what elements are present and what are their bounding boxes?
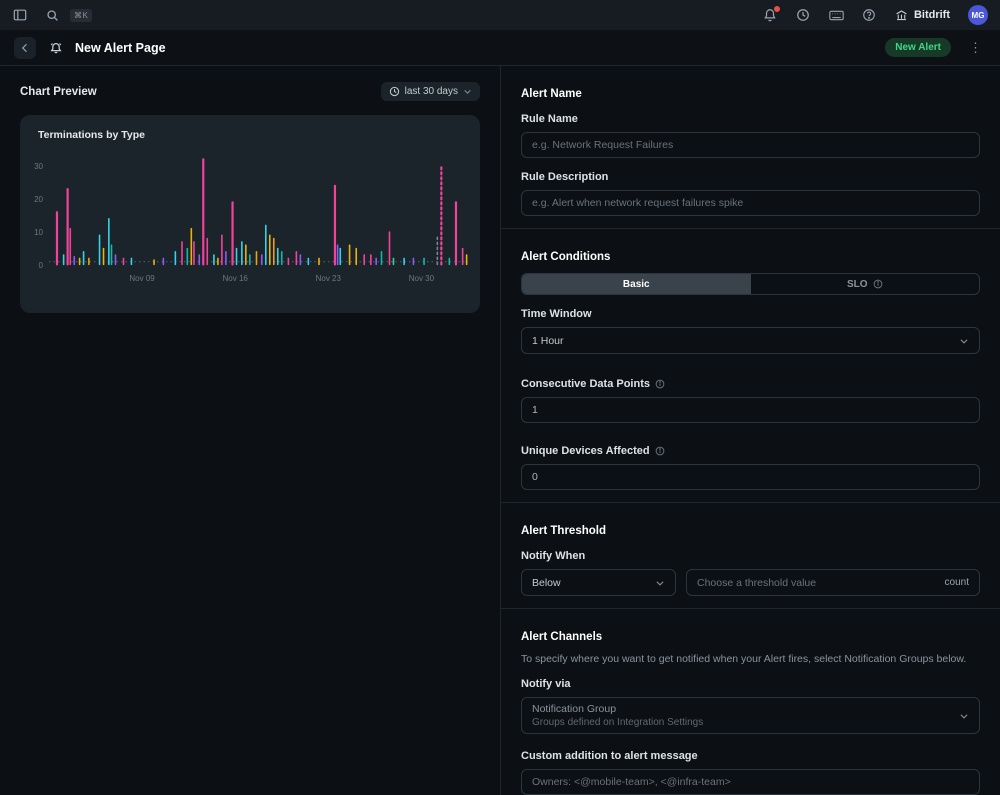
svg-text:30: 30	[34, 162, 43, 171]
svg-text:20: 20	[34, 195, 43, 204]
notification-group-title: Notification Group	[532, 702, 703, 716]
brand-label: Bitdrift	[914, 9, 950, 21]
topbar: ⌘K Bitdrift MG	[0, 0, 1000, 30]
threshold-operator-select[interactable]: Below	[521, 569, 676, 596]
unique-devices-label: Unique Devices Affected	[521, 445, 980, 457]
time-window-value: 1 Hour	[532, 335, 564, 347]
alert-bell-icon	[48, 40, 63, 55]
time-window-label: Time Window	[521, 308, 980, 320]
chart-preview-panel: Chart Preview last 30 days Terminations …	[0, 66, 500, 795]
notify-via-label: Notify via	[521, 678, 980, 690]
tab-basic-label: Basic	[623, 279, 650, 290]
notifications-bell-icon[interactable]	[763, 8, 778, 23]
tab-slo-label: SLO	[847, 279, 868, 290]
sidebar-toggle-icon[interactable]	[12, 8, 27, 23]
tab-basic[interactable]: Basic	[522, 274, 751, 294]
unique-devices-label-text: Unique Devices Affected	[521, 445, 650, 457]
threshold-value-input[interactable]	[697, 577, 945, 589]
help-icon[interactable]	[862, 8, 877, 23]
alert-threshold-section: Alert Threshold Notify When Below count	[521, 503, 980, 600]
svg-text:0: 0	[39, 261, 44, 270]
alert-channels-section: Alert Channels To specify where you want…	[521, 609, 980, 795]
alert-name-heading: Alert Name	[521, 88, 980, 100]
time-range-label: last 30 days	[405, 86, 458, 97]
org-switcher[interactable]: Bitdrift	[895, 9, 950, 22]
history-clock-icon[interactable]	[796, 8, 811, 23]
notification-dot	[773, 5, 781, 13]
alert-channels-heading: Alert Channels	[521, 631, 980, 643]
custom-addition-label: Custom addition to alert message	[521, 750, 980, 762]
chart-preview-title: Chart Preview	[20, 86, 97, 98]
time-window-select[interactable]: 1 Hour	[521, 327, 980, 354]
info-icon	[655, 446, 665, 456]
bank-icon	[895, 9, 908, 22]
chevron-down-icon	[655, 578, 665, 588]
keyboard-shortcuts-icon[interactable]	[829, 8, 844, 23]
alert-form-panel: Alert Name Rule Name Rule Description Al…	[500, 66, 1000, 795]
terminations-chart-svg[interactable]: 0 10 20 30 Nov 09 Nov 16 Nov 23 Nov 30	[24, 143, 476, 303]
svg-text:10: 10	[34, 228, 43, 237]
chart-title: Terminations by Type	[24, 129, 476, 141]
rule-name-label: Rule Name	[521, 113, 980, 125]
svg-text:Nov 30: Nov 30	[409, 274, 435, 283]
alert-conditions-heading: Alert Conditions	[521, 251, 980, 263]
threshold-unit-label: count	[945, 577, 969, 588]
condition-type-tabs: Basic SLO	[521, 273, 980, 295]
time-range-selector[interactable]: last 30 days	[381, 82, 480, 101]
rule-description-label: Rule Description	[521, 171, 980, 183]
alert-conditions-section: Alert Conditions Basic SLO Time Window 1…	[521, 229, 980, 494]
unique-devices-input[interactable]	[521, 464, 980, 490]
alert-threshold-heading: Alert Threshold	[521, 525, 980, 537]
alert-name-section: Alert Name Rule Name Rule Description	[521, 66, 980, 220]
consecutive-points-label-text: Consecutive Data Points	[521, 378, 650, 390]
chevron-down-icon	[959, 336, 969, 346]
search-shortcut-badge: ⌘K	[70, 9, 92, 22]
svg-text:Nov 09: Nov 09	[129, 274, 155, 283]
rule-description-input[interactable]	[521, 190, 980, 216]
kebab-menu-icon[interactable]: ⋮	[965, 40, 986, 56]
info-icon	[873, 279, 883, 289]
notify-when-label: Notify When	[521, 550, 980, 562]
threshold-operator-value: Below	[532, 577, 561, 589]
info-icon	[655, 379, 665, 389]
notification-group-select[interactable]: Notification Group Groups defined on Int…	[521, 697, 980, 734]
svg-text:Nov 23: Nov 23	[316, 274, 342, 283]
consecutive-points-input[interactable]	[521, 397, 980, 423]
notification-group-subtitle: Groups defined on Integration Settings	[532, 716, 703, 730]
chart-card: Terminations by Type 0 10 20 30 Nov 09 Nov 16…	[20, 115, 480, 313]
tab-slo[interactable]: SLO	[751, 274, 980, 294]
alert-channels-description: To specify where you want to get notifie…	[521, 653, 980, 665]
consecutive-points-label: Consecutive Data Points	[521, 378, 980, 390]
clock-icon	[389, 86, 400, 97]
custom-addition-input[interactable]	[521, 769, 980, 795]
svg-text:Nov 16: Nov 16	[223, 274, 249, 283]
page-header: New Alert Page New Alert ⋮	[0, 30, 1000, 66]
page-title: New Alert Page	[75, 41, 166, 55]
search-icon[interactable]	[45, 8, 60, 23]
rule-name-input[interactable]	[521, 132, 980, 158]
new-alert-badge[interactable]: New Alert	[885, 38, 951, 57]
threshold-value-field: count	[686, 569, 980, 596]
avatar[interactable]: MG	[968, 5, 988, 25]
chevron-down-icon	[463, 87, 472, 96]
chevron-down-icon	[959, 711, 969, 721]
back-button[interactable]	[14, 37, 36, 59]
